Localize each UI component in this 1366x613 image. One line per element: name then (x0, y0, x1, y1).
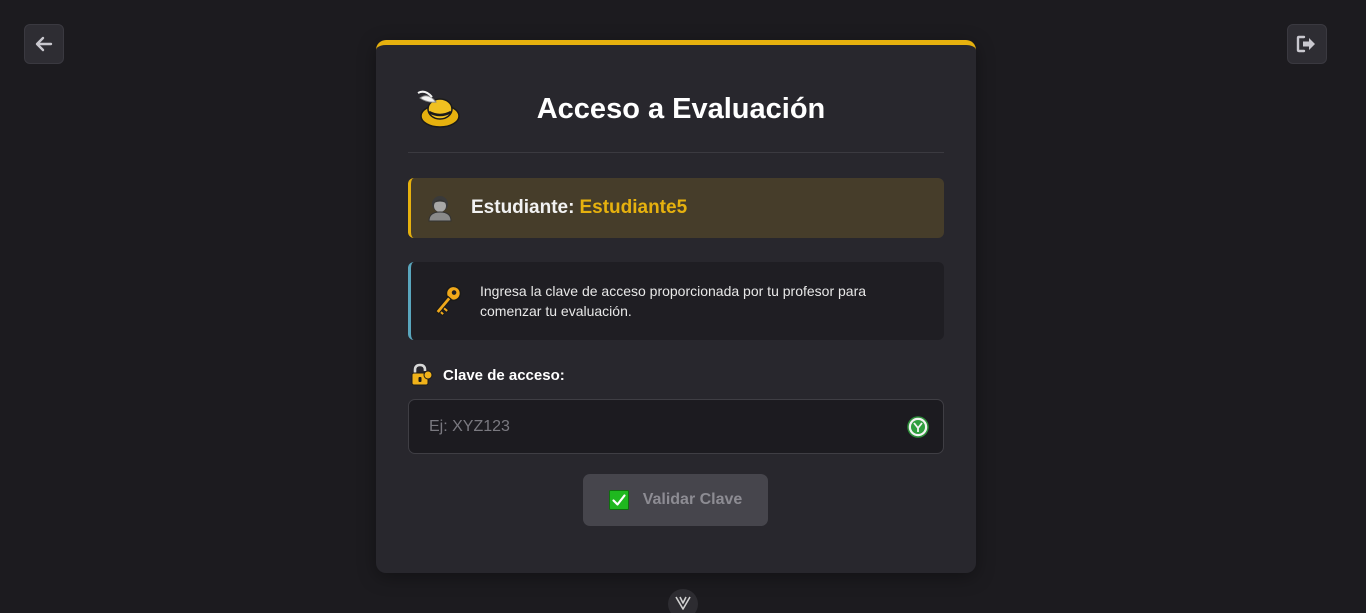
check-icon (608, 490, 629, 510)
access-key-label-text: Clave de acceso: (443, 366, 565, 384)
card-header: Acceso a Evaluación (408, 85, 944, 153)
student-name: Estudiante5 (579, 197, 688, 218)
logout-icon (1296, 35, 1315, 53)
key-icon (434, 285, 462, 317)
page-title: Acceso a Evaluación (536, 93, 826, 125)
access-key-field[interactable] (408, 399, 944, 454)
student-label: Estudiante: Estudiante5 (471, 197, 687, 219)
lock-icon (411, 363, 433, 386)
back-button[interactable] (24, 24, 64, 64)
eye-toggle-icon[interactable] (907, 416, 929, 438)
info-notice: Ingresa la clave de acceso proporcionada… (408, 262, 944, 340)
validate-key-button[interactable]: Validar Clave (583, 474, 768, 526)
student-icon (428, 196, 452, 222)
info-text: Ingresa la clave de acceso proporcionada… (480, 283, 867, 319)
access-key-input[interactable] (409, 400, 943, 453)
student-label-text: Estudiante: (471, 197, 575, 218)
arrow-left-icon (35, 36, 53, 52)
access-key-label: Clave de acceso: (410, 363, 565, 387)
access-card: Acceso a Evaluación Estudiante: Estudiant… (376, 40, 976, 573)
floating-app-badge[interactable] (668, 589, 698, 613)
v-logo-icon (675, 596, 691, 610)
validate-key-label: Validar Clave (642, 491, 743, 508)
student-banner: Estudiante: Estudiante5 (408, 178, 944, 238)
logout-button[interactable] (1287, 24, 1327, 64)
